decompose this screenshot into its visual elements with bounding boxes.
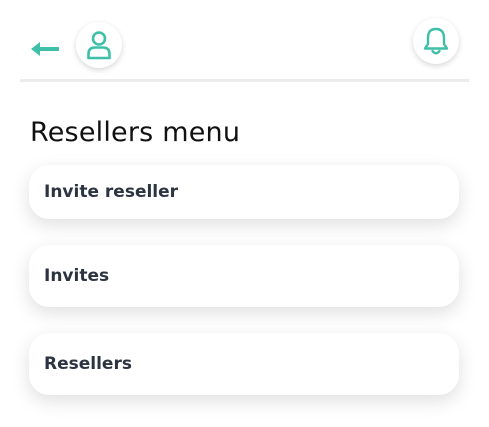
profile-button[interactable]: [76, 22, 122, 68]
menu-item-invite-reseller[interactable]: Invite reseller: [29, 165, 459, 219]
user-icon: [87, 31, 111, 60]
notifications-button[interactable]: [413, 18, 459, 64]
header-divider: [20, 79, 469, 82]
menu-item-resellers[interactable]: Resellers: [29, 333, 459, 395]
top-bar: [0, 0, 489, 82]
back-button[interactable]: [28, 36, 62, 62]
menu-item-invites[interactable]: Invites: [29, 245, 459, 307]
arrow-left-icon: [31, 42, 59, 56]
menu-item-label: Invite reseller: [44, 182, 179, 202]
menu-item-label: Invites: [44, 266, 110, 286]
menu-item-label: Resellers: [44, 354, 132, 374]
resellers-menu-screen: Resellers menu Invite reseller Invites R…: [0, 0, 489, 427]
page-title: Resellers menu: [30, 117, 241, 149]
bell-icon: [423, 27, 449, 55]
